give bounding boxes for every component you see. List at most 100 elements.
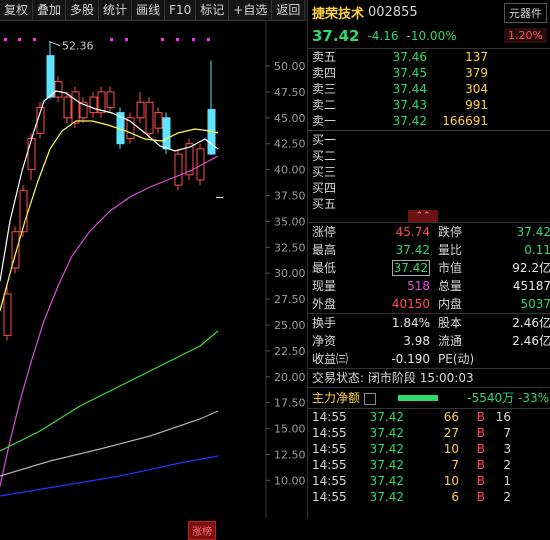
statistics-button[interactable]: 统计 <box>99 0 133 20</box>
mark-button[interactable]: 标记 <box>196 0 230 20</box>
y-axis-label: 25.00 <box>274 319 306 332</box>
book-volume: 991 <box>465 98 488 112</box>
sell-row: 卖四 37.45 379 <box>308 65 550 81</box>
book-label: 卖二 <box>312 98 337 112</box>
book-label: 卖四 <box>312 66 337 80</box>
net-flow-detail-icon[interactable] <box>364 392 377 405</box>
candle-body <box>46 55 55 98</box>
tick-time: 14:55 <box>312 442 347 456</box>
mktcap-label: 市值 <box>438 261 463 275</box>
limit-list-tag[interactable]: 涨榜 <box>188 521 216 540</box>
nav-value: 3.98 <box>403 334 430 348</box>
tick-time: 14:55 <box>312 458 347 472</box>
y-axis-label: 27.50 <box>274 293 306 306</box>
f10-button[interactable]: F10 <box>165 0 197 20</box>
vol-ratio-label: 量比 <box>438 243 463 257</box>
book-label: 卖一 <box>312 114 337 128</box>
tick-volume: 27 <box>443 426 459 440</box>
tick-side: B <box>476 474 485 488</box>
chart-toolbar: 复权 叠加 多股 统计 画线 F10 标记 +自选 返回 <box>0 0 307 21</box>
tick-list[interactable]: 14:55 37.42 66 B 16 14:55 37.42 27 B 7 14:55 37.4… <box>308 409 550 505</box>
limit-marker <box>110 38 113 41</box>
candle-body <box>154 112 163 129</box>
high-value: 37.42 <box>395 243 430 257</box>
candle-body <box>54 81 63 98</box>
restore-rights-button[interactable]: 复权 <box>0 0 34 20</box>
ma5-line <box>0 90 219 282</box>
multi-stock-button[interactable]: 多股 <box>66 0 100 20</box>
candle-body <box>27 138 36 171</box>
tick-volume: 10 <box>443 474 459 488</box>
vol-ratio-value: 0.11 <box>524 243 550 257</box>
book-volume: 137 <box>465 50 488 64</box>
low-value-box: 37.42 <box>391 260 430 276</box>
tick-row: 14:55 37.42 6 B 2 <box>308 489 550 505</box>
book-price: 37.43 <box>392 98 427 112</box>
stats-table: 涨停 45.74 跌停 37.42 最高 37.42 量比 0.11 最低 37.42 市值 92… <box>308 222 550 368</box>
buy-row: 买三 <box>308 164 550 180</box>
y-axis-label: 45.00 <box>274 112 306 125</box>
sell-row: 卖三 37.44 304 <box>308 81 550 97</box>
kline-svg[interactable]: 50.00 47.50 45.00 42.50 40.00 37.50 35.00 32.50… <box>0 21 307 518</box>
trade-status-value: 闭市阶段 15:00:03 <box>367 371 474 385</box>
buy-row: 买二 <box>308 148 550 164</box>
collapse-icon[interactable]: ⌃⌃ <box>408 210 438 222</box>
shares-value: 2.46亿 <box>512 316 550 330</box>
ma60-line <box>0 330 219 452</box>
high-label: 最高 <box>312 243 337 257</box>
y-axis-label: 15.00 <box>274 423 306 436</box>
tick-time: 14:55 <box>312 410 347 424</box>
float-value: 2.46亿 <box>512 334 550 348</box>
inner-label: 内盘 <box>438 297 463 311</box>
net-flow-label: 主力净额 <box>312 391 361 405</box>
tick-time: 14:55 <box>312 426 347 440</box>
tick-side: B <box>476 410 485 424</box>
cur-vol-label: 现量 <box>312 279 337 293</box>
limit-up-value: 45.74 <box>395 225 430 239</box>
collapse-toggle[interactable]: ⌃⌃ <box>308 210 550 222</box>
eps-label: 收益㈢ <box>312 352 349 366</box>
industry-button[interactable]: 元器件 <box>504 3 547 23</box>
high-pointer <box>48 41 61 47</box>
sell-row: 卖一 37.42 166691 <box>308 113 550 129</box>
book-divider <box>308 130 550 131</box>
nav-label: 净资 <box>312 334 337 348</box>
price-change: -4.16 <box>367 29 399 43</box>
pe-label: PE(动) <box>438 352 475 366</box>
y-axis-label: 17.50 <box>274 397 306 410</box>
tick-volume: 7 <box>451 458 459 472</box>
candle-body <box>63 96 72 119</box>
add-watchlist-button[interactable]: +自选 <box>229 0 273 20</box>
tick-count: 1 <box>503 474 511 488</box>
tick-time: 14:55 <box>312 474 347 488</box>
book-label: 卖三 <box>312 82 337 96</box>
sell-row: 卖二 37.43 991 <box>308 97 550 113</box>
industry-change-pct: 1.20% <box>504 28 547 43</box>
tick-side: B <box>476 490 485 504</box>
tick-side: B <box>476 426 485 440</box>
inner-value: 5037 <box>520 297 550 311</box>
trade-status-label: 交易状态: <box>312 371 365 385</box>
candle-body <box>145 101 154 134</box>
stock-code: 002855 <box>368 4 418 20</box>
tick-price: 37.42 <box>369 490 404 504</box>
limit-marker <box>176 38 179 41</box>
main-net-flow[interactable]: 主力净额 -5540万 -33% <box>308 387 550 409</box>
tick-row: 14:55 37.42 7 B 2 <box>308 457 550 473</box>
y-axis-label: 47.50 <box>274 86 306 99</box>
order-book: 卖五 37.46 137 卖四 37.45 379 卖三 37.44 304 卖二 37.43… <box>308 48 550 222</box>
book-label: 买五 <box>312 197 337 211</box>
kline-chart[interactable]: 50.00 47.50 45.00 42.50 40.00 37.50 35.00 32.50… <box>0 21 307 540</box>
draw-line-button[interactable]: 画线 <box>132 0 166 20</box>
tick-row: 14:55 37.42 66 B 16 <box>308 409 550 425</box>
tick-count: 3 <box>503 442 511 456</box>
candle-body <box>3 293 12 336</box>
candle-body <box>89 96 98 114</box>
back-button[interactable]: 返回 <box>272 0 306 20</box>
book-volume: 166691 <box>442 114 488 128</box>
overlay-button[interactable]: 叠加 <box>33 0 67 20</box>
candle-body <box>162 117 171 150</box>
y-axis-label: 40.00 <box>274 164 306 177</box>
pe-value <box>488 350 550 368</box>
y-axis-label: 30.00 <box>274 267 306 280</box>
